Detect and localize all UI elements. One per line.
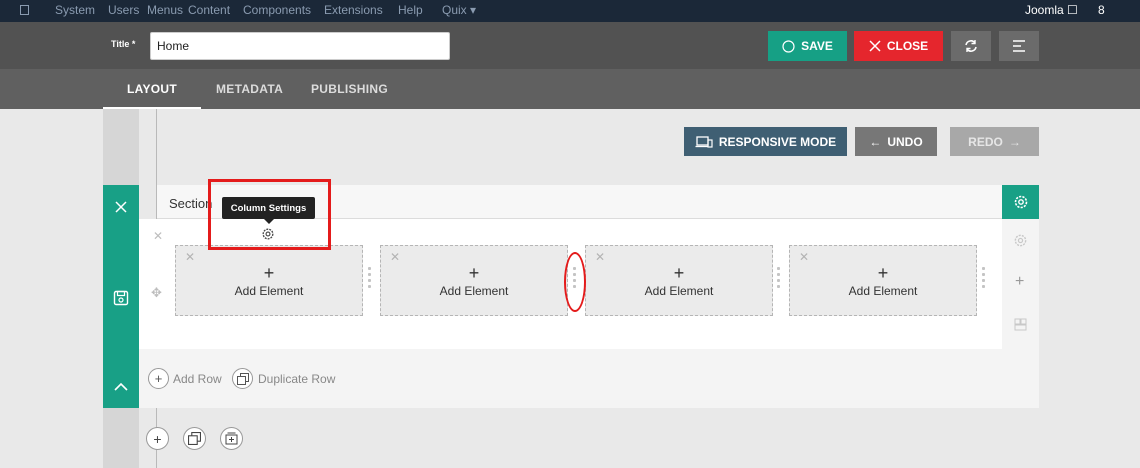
save-label: SAVE <box>801 39 833 53</box>
add-column-icon[interactable]: + <box>1015 273 1024 291</box>
column-4[interactable]: ✕ + Add Element <box>789 245 977 316</box>
column-settings-tooltip: Column Settings <box>222 197 315 219</box>
tab-metadata[interactable]: METADATA <box>216 82 283 96</box>
tab-layout[interactable]: LAYOUT <box>127 82 177 96</box>
tab-publishing[interactable]: PUBLISHING <box>311 82 388 96</box>
title-label: Title * <box>111 39 136 49</box>
undo-button[interactable]: ← UNDO <box>855 127 937 156</box>
redo-label: REDO <box>968 134 1003 149</box>
close-button[interactable]: CLOSE <box>854 31 943 61</box>
add-element-icon[interactable]: + <box>176 264 362 282</box>
row-side-controls: + <box>1002 219 1039 349</box>
chevron-up-icon[interactable] <box>114 382 128 391</box>
responsive-mode-button[interactable]: RESPONSIVE MODE <box>684 127 847 156</box>
add-element-icon[interactable]: + <box>381 264 567 282</box>
column-delete-icon[interactable]: ✕ <box>595 250 605 264</box>
add-element-label[interactable]: Add Element <box>176 284 362 298</box>
admin-menubar: System Users Menus Content Components Ex… <box>0 0 1140 22</box>
circle-icon <box>782 39 795 53</box>
column-3[interactable]: ✕ + Add Element <box>585 245 773 316</box>
menu-help[interactable]: Help <box>398 3 423 17</box>
menu-extensions[interactable]: Extensions <box>324 3 383 17</box>
add-from-library-icon[interactable] <box>220 427 243 450</box>
title-bar: Title * SAVE CLOSE <box>0 22 1140 69</box>
column-1[interactable]: ✕ + Add Element <box>175 245 363 316</box>
add-element-icon[interactable]: + <box>586 264 772 282</box>
title-input[interactable] <box>150 32 450 60</box>
devices-icon <box>695 135 713 148</box>
save-icon[interactable] <box>113 290 129 306</box>
close-icon <box>869 40 881 52</box>
add-element-label[interactable]: Add Element <box>381 284 567 298</box>
add-row-label[interactable]: Add Row <box>173 372 222 386</box>
responsive-mode-label: RESPONSIVE MODE <box>718 134 837 149</box>
row-delete-icon[interactable]: ✕ <box>153 229 163 243</box>
column-delete-icon[interactable]: ✕ <box>390 250 400 264</box>
menu-system[interactable]: System <box>55 3 95 17</box>
row-gear-icon[interactable] <box>1013 233 1028 248</box>
column-resize-handle[interactable] <box>982 267 986 294</box>
sync-button[interactable] <box>951 31 991 61</box>
tooltip-arrow <box>264 219 274 224</box>
layout-grid-icon[interactable] <box>1014 318 1027 331</box>
sync-icon <box>965 40 977 52</box>
duplicate-row-label[interactable]: Duplicate Row <box>258 372 335 386</box>
section-delete-icon[interactable] <box>115 201 127 213</box>
gear-icon <box>1014 195 1027 209</box>
user-name: Joomla <box>1025 3 1064 17</box>
section-title: Section <box>169 196 213 211</box>
column-resize-handle[interactable] <box>777 267 781 294</box>
column-2[interactable]: ✕ + Add Element <box>380 245 568 316</box>
add-section-icon[interactable]: + <box>146 427 169 450</box>
duplicate-row-icon[interactable] <box>232 368 253 389</box>
notification-count[interactable]: 8 <box>1098 3 1105 17</box>
save-button[interactable]: SAVE <box>768 31 847 61</box>
redo-button[interactable]: REDO → <box>950 127 1039 156</box>
section-controls <box>103 185 139 408</box>
section-settings-button[interactable] <box>1002 185 1039 219</box>
duplicate-section-icon[interactable] <box>183 427 206 450</box>
tab-bar: LAYOUT METADATA PUBLISHING <box>0 69 1140 109</box>
add-element-label[interactable]: Add Element <box>790 284 976 298</box>
column-resize-handle[interactable] <box>368 267 372 294</box>
hamburger-icon <box>1013 40 1025 52</box>
user-menu[interactable]: Joomla ☐ <box>1025 3 1078 17</box>
menu-components[interactable]: Components <box>243 3 311 17</box>
close-label: CLOSE <box>886 39 929 53</box>
column-delete-icon[interactable]: ✕ <box>799 250 809 264</box>
row-move-icon[interactable]: ✥ <box>151 285 162 301</box>
arrow-left-icon: ← <box>869 134 882 149</box>
menu-content[interactable]: Content <box>188 3 230 17</box>
highlight-ellipse <box>564 252 586 312</box>
menu-quix[interactable]: Quix ▾ <box>442 3 476 17</box>
add-element-icon[interactable]: + <box>790 264 976 282</box>
arrow-right-icon: → <box>1008 134 1021 149</box>
add-row-icon[interactable]: + <box>148 368 169 389</box>
add-element-label[interactable]: Add Element <box>586 284 772 298</box>
menu-button[interactable] <box>999 31 1039 61</box>
undo-label: UNDO <box>887 134 923 149</box>
menu-menus[interactable]: Menus <box>147 3 183 17</box>
joomla-logo-icon[interactable] <box>20 5 29 15</box>
user-box-icon: ☐ <box>1067 3 1078 17</box>
column-delete-icon[interactable]: ✕ <box>185 250 195 264</box>
menu-users[interactable]: Users <box>108 3 139 17</box>
